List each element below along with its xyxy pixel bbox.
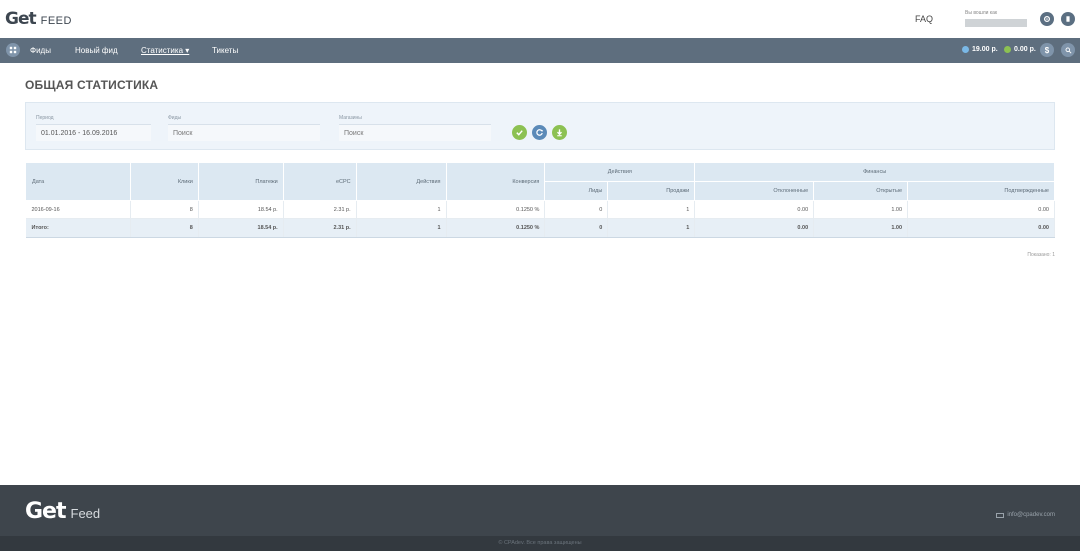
total-label: Итого:: [25, 218, 131, 238]
main-nav: Фиды Новый фид Статистика ▾ Тикеты 19.00…: [0, 38, 1080, 63]
shops-search-input[interactable]: [339, 124, 491, 141]
shops-label: Магазины: [339, 115, 362, 121]
dollar-label: $: [1044, 45, 1050, 55]
cell-conversion: 0.1250 %: [446, 200, 546, 219]
col-confirmed[interactable]: Подтвержденные: [907, 181, 1055, 201]
footer-copyright: © CPAdev. Все права защищены: [0, 536, 1080, 551]
logo[interactable]: Get FEED: [5, 9, 72, 29]
user-name-redacted: [965, 19, 1027, 27]
total-open: 1.00: [813, 218, 909, 238]
feeds-search-input[interactable]: [168, 124, 320, 141]
download-icon[interactable]: [552, 125, 567, 140]
shops-filter: Магазины: [339, 115, 491, 141]
balance-secondary: 0.00 р.: [1004, 46, 1036, 53]
feeds-label: Фиды: [168, 115, 182, 121]
cell-clicks: 8: [130, 200, 199, 219]
footer-logo: Get Feed: [25, 499, 100, 524]
col-ecpc[interactable]: eCPC: [282, 162, 357, 201]
mail-icon: [996, 512, 1005, 518]
cell-open: 1.00: [813, 200, 909, 219]
col-payments[interactable]: Платежи: [197, 162, 284, 201]
col-open[interactable]: Открытые: [813, 181, 909, 201]
user-label: Вы вошли как: [965, 10, 998, 16]
table-row: 2016-09-16 8 18.54 р. 2.31 р. 1 0.1250 %…: [25, 200, 1055, 219]
nav-tickets[interactable]: Тикеты: [212, 46, 238, 55]
cell-actions: 1: [356, 200, 447, 219]
apply-check-icon[interactable]: [512, 125, 527, 140]
search-icon[interactable]: [1061, 43, 1075, 57]
col-conversion[interactable]: Конверсия: [445, 162, 546, 201]
logo-feed: FEED: [40, 15, 72, 27]
balance-primary: 19.00 р.: [962, 46, 998, 53]
total-conversion: 0.1250 %: [446, 218, 546, 238]
footer-logo-get: Get: [25, 499, 66, 524]
total-payments: 18.54 р.: [198, 218, 284, 238]
col-group-actions: Действия: [544, 162, 696, 182]
cell-confirmed: 0.00: [907, 200, 1055, 219]
col-rejected[interactable]: Отклоненные: [694, 181, 815, 201]
total-ecpc: 2.31 р.: [283, 218, 357, 238]
feeds-filter: Фиды: [168, 115, 320, 141]
footer-email[interactable]: info@cpadev.com: [996, 512, 1055, 518]
total-rejected: 0.00: [694, 218, 815, 238]
cell-leads: 0: [544, 200, 609, 219]
coin-icon: [962, 46, 969, 53]
coin-icon: [1004, 46, 1011, 53]
period-filter: Период 01.01.2016 - 16.09.2016: [36, 115, 151, 141]
col-leads[interactable]: Лиды: [544, 181, 609, 201]
period-label: Период: [36, 115, 54, 121]
dollar-icon[interactable]: $: [1040, 43, 1054, 57]
total-sales: 1: [607, 218, 696, 238]
stats-table: Дата Клики Платежи eCPC Действия Конверс…: [25, 162, 1055, 238]
footer-email-text: info@cpadev.com: [1007, 512, 1055, 518]
period-input[interactable]: 01.01.2016 - 16.09.2016: [36, 124, 151, 141]
balance-secondary-value: 0.00 р.: [1014, 46, 1036, 53]
cell-sales: 1: [607, 200, 696, 219]
cell-date: 2016-09-16: [25, 200, 131, 219]
col-sales[interactable]: Продажи: [607, 181, 696, 201]
col-clicks[interactable]: Клики: [129, 162, 199, 201]
total-actions: 1: [356, 218, 447, 238]
top-header: Get FEED FAQ Вы вошли как: [0, 0, 1080, 38]
filter-panel: Период 01.01.2016 - 16.09.2016 Фиды Мага…: [25, 102, 1055, 150]
footer-logo-feed: Feed: [70, 506, 101, 521]
user-box[interactable]: Вы вошли как: [965, 10, 1027, 27]
nav-statistics[interactable]: Статистика ▾: [141, 46, 189, 55]
table-total-row: Итого: 8 18.54 р. 2.31 р. 1 0.1250 % 0 1…: [25, 218, 1055, 238]
footer: Get Feed info@cpadev.com © CPAdev. Все п…: [0, 485, 1080, 551]
col-actions[interactable]: Действия: [355, 162, 447, 201]
logout-icon[interactable]: [1061, 12, 1075, 26]
balance-primary-value: 19.00 р.: [972, 46, 998, 53]
page-title: ОБЩАЯ СТАТИСТИКА: [25, 78, 159, 92]
cell-rejected: 0.00: [694, 200, 815, 219]
total-confirmed: 0.00: [907, 218, 1055, 238]
shown-count: Показано: 1: [1027, 252, 1055, 258]
col-group-finance: Финансы: [694, 162, 1055, 182]
cell-payments: 18.54 р.: [198, 200, 284, 219]
apps-grid-icon[interactable]: [6, 43, 20, 57]
cell-ecpc: 2.31 р.: [283, 200, 357, 219]
settings-icon[interactable]: [1040, 12, 1054, 26]
faq-link[interactable]: FAQ: [915, 14, 933, 24]
col-date[interactable]: Дата: [25, 162, 131, 201]
total-clicks: 8: [130, 218, 199, 238]
nav-feeds[interactable]: Фиды: [30, 46, 51, 55]
total-leads: 0: [544, 218, 609, 238]
nav-new-feed[interactable]: Новый фид: [75, 46, 118, 55]
refresh-icon[interactable]: [532, 125, 547, 140]
logo-get: Get: [5, 9, 37, 29]
